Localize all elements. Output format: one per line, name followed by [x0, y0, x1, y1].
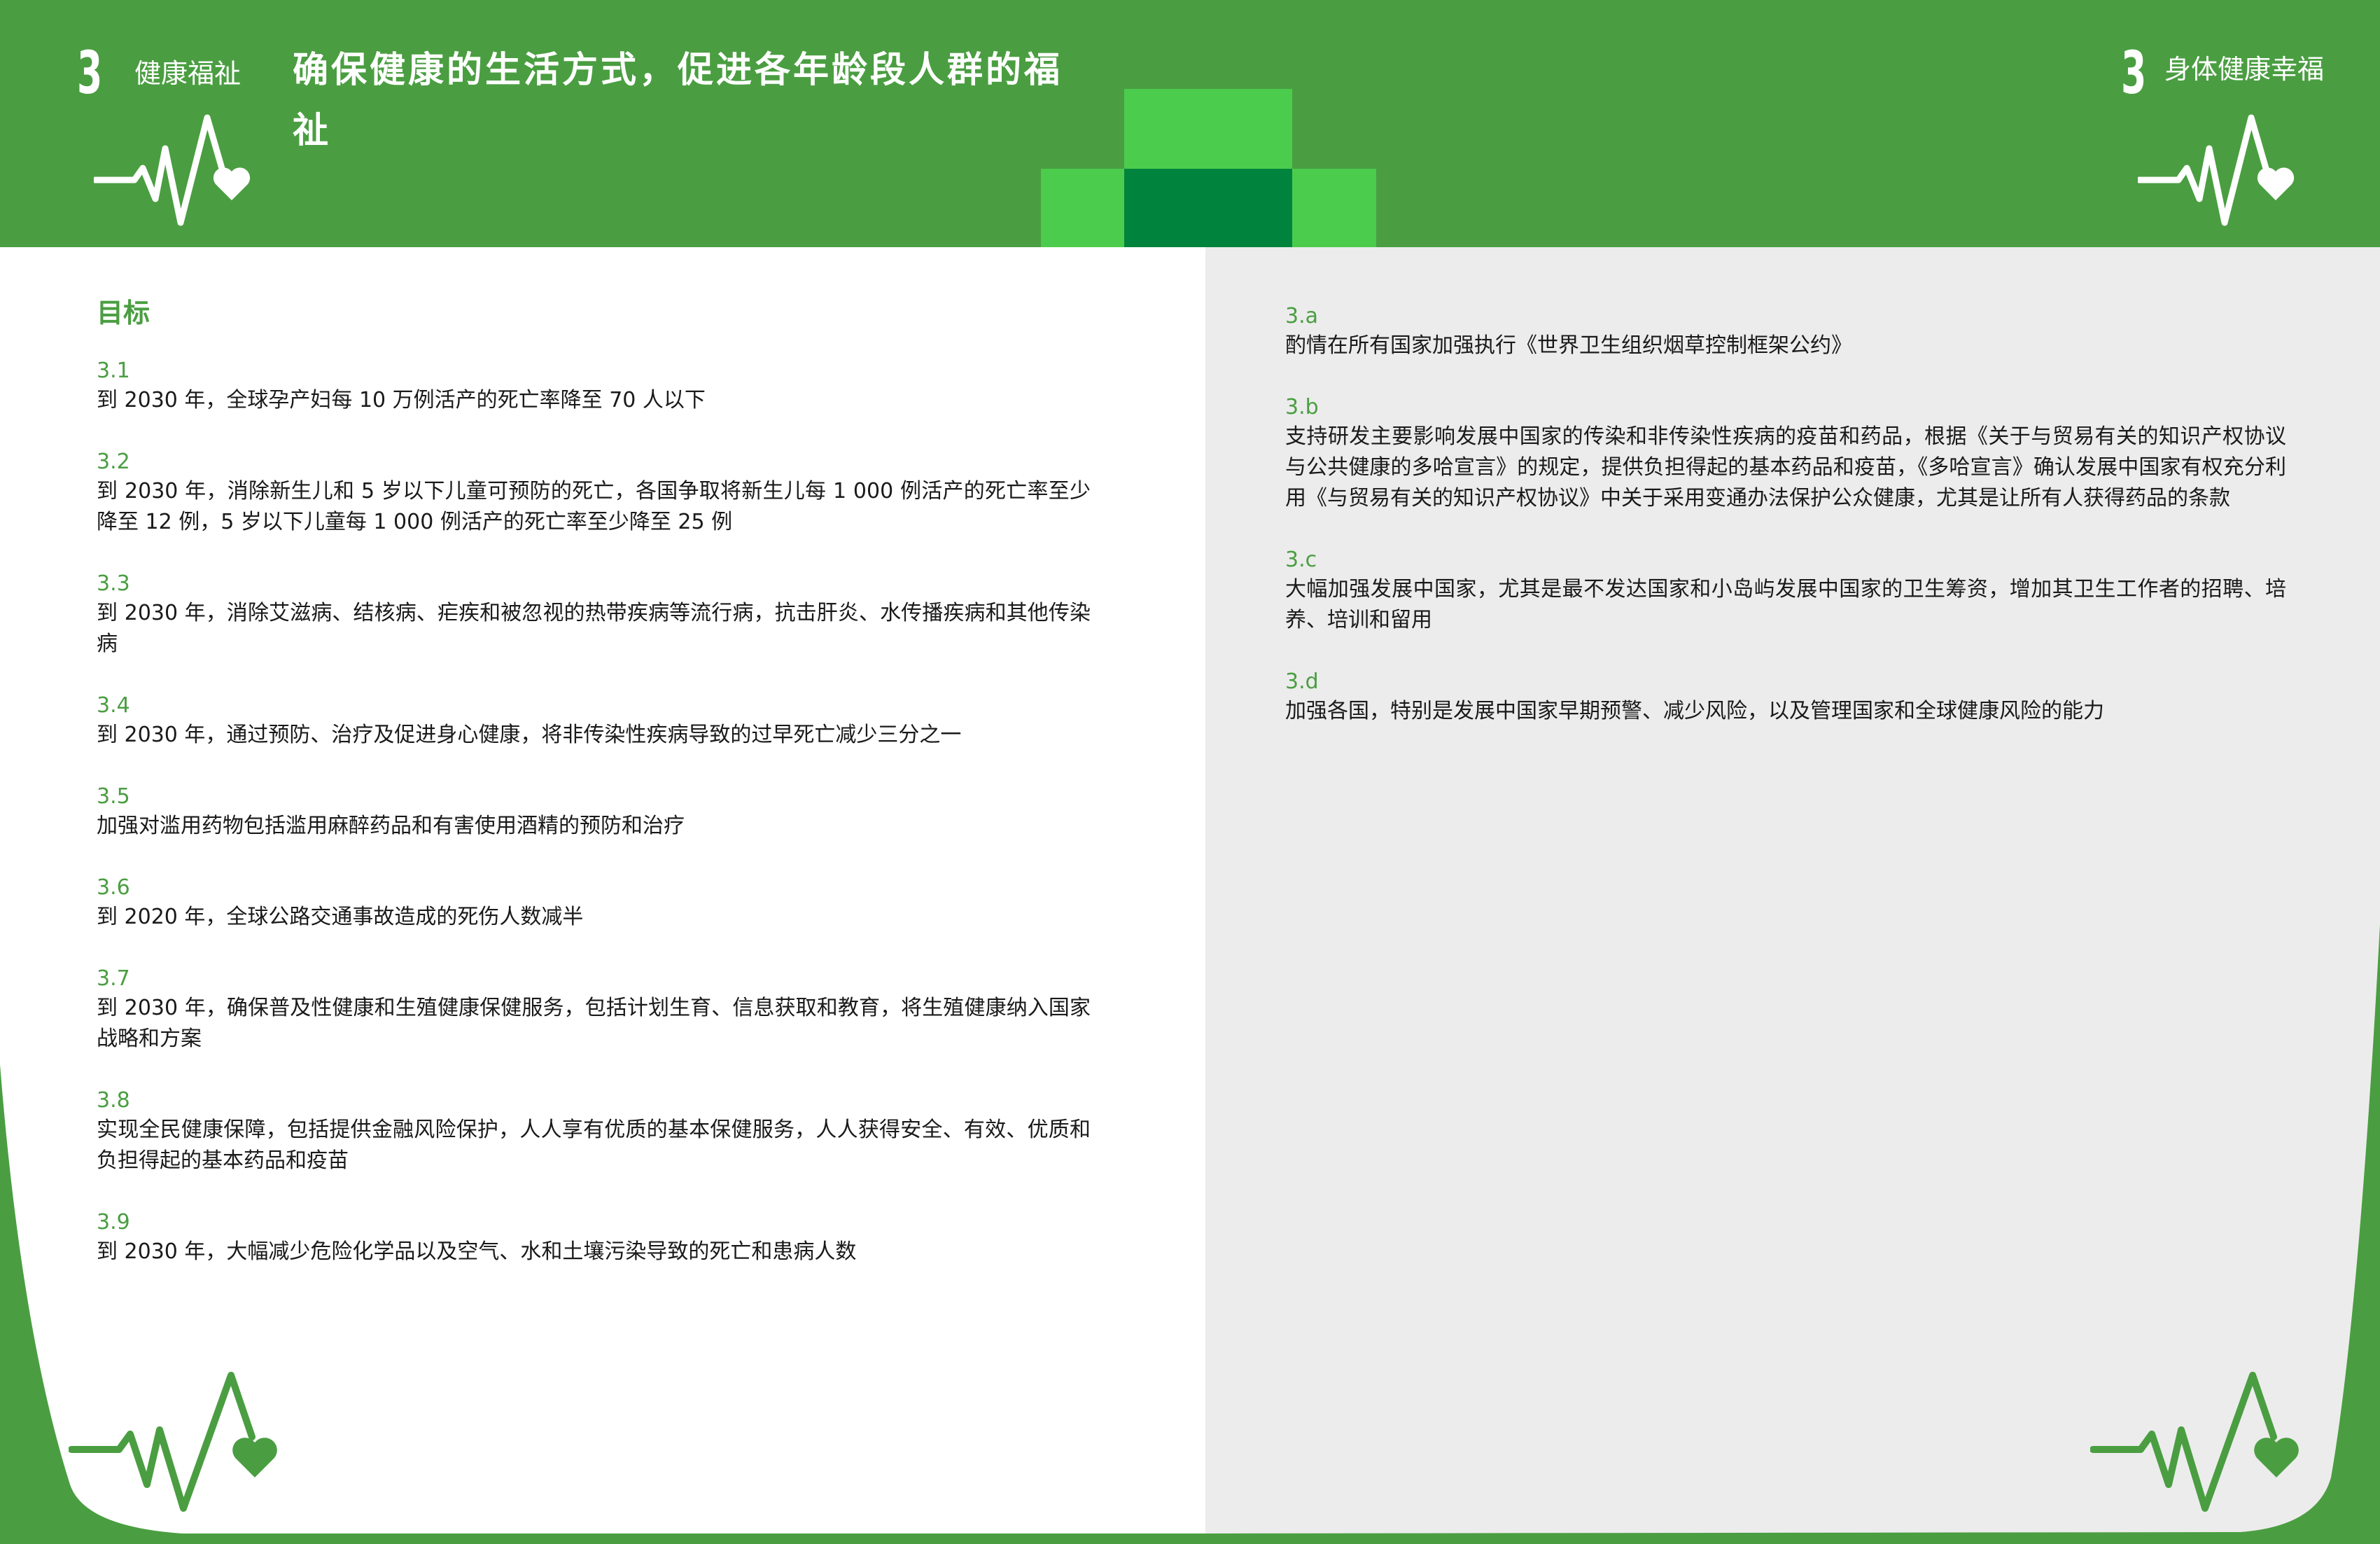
page-title: 确保健康的生活方式，促进各年龄段人群的福祉	[293, 50, 1063, 151]
target-item: 3.1 到 2030 年，全球孕产妇每 10 万例活产的死亡率降至 70 人以下	[97, 357, 1091, 416]
target-text: 加强对滥用药物包括滥用麻醉药品和有害使用酒精的预防和治疗	[97, 814, 685, 838]
decor-square	[1041, 169, 1124, 247]
target-text: 到 2030 年，大幅减少危险化学品以及空气、水和土壤污染导致的死亡和患病人数	[97, 1239, 857, 1264]
target-code: 3.b	[1285, 395, 1319, 419]
target-item: 3.8 实现全民健康保障，包括提供金融风险保护，人人享有优质的基本保健服务，人人…	[97, 1087, 1091, 1176]
target-code: 3.5	[97, 784, 130, 809]
target-code: 3.a	[1285, 304, 1319, 328]
target-code: 3.8	[97, 1088, 130, 1113]
target-code: 3.6	[97, 875, 130, 900]
target-text: 大幅加强发展中国家，尤其是最不发达国家和小岛屿发展中国家的卫生筹资，增加其卫生工…	[1285, 577, 2286, 632]
target-code: 3.4	[97, 693, 130, 718]
target-item: 3.6 到 2020 年，全球公路交通事故造成的死伤人数减半	[97, 874, 1091, 933]
target-item: 3.b 支持研发主要影响发展中国家的传染和非传染性疾病的疫苗和药品，根据《关于与…	[1285, 394, 2286, 514]
goal-label-right: 身体健康幸福	[2164, 54, 2325, 85]
target-code: 3.7	[97, 966, 130, 991]
target-item: 3.5 加强对滥用药物包括滥用麻醉药品和有害使用酒精的预防和治疗	[97, 783, 1091, 842]
target-text: 加强各国，特别是发展中国家早期预警、减少风险，以及管理国家和全球健康风险的能力	[1285, 699, 2104, 723]
decor-square	[1208, 89, 1292, 169]
target-text: 到 2030 年，通过预防、治疗及促进身心健康，将非传染性疾病导致的过早死亡减少…	[97, 723, 962, 747]
target-text: 实现全民健康保障，包括提供金融风险保护，人人享有优质的基本保健服务，人人获得安全…	[97, 1118, 1091, 1173]
decor-square	[1292, 169, 1376, 247]
heartbeat-heart-icon	[69, 1372, 277, 1512]
target-text: 支持研发主要影响发展中国家的传染和非传染性疾病的疫苗和药品，根据《关于与贸易有关…	[1285, 424, 2286, 510]
target-text: 到 2020 年，全球公路交通事故造成的死伤人数减半	[97, 905, 584, 929]
target-item: 3.3 到 2030 年，消除艾滋病、结核病、疟疾和被忽视的热带疾病等流行病，抗…	[97, 570, 1091, 660]
goal-number-left: 3	[77, 39, 103, 107]
target-code: 3.2	[97, 450, 130, 474]
target-text: 到 2030 年，确保普及性健康和生殖健康保健服务，包括计划生育、信息获取和教育…	[97, 996, 1091, 1051]
right-column: 3.a 酌情在所有国家加强执行《世界卫生组织烟草控制框架公约》 3.b 支持研发…	[1285, 302, 2286, 759]
decor-square	[1208, 169, 1292, 247]
target-item: 3.a 酌情在所有国家加强执行《世界卫生组织烟草控制框架公约》	[1285, 302, 2286, 361]
target-item: 3.4 到 2030 年，通过预防、治疗及促进身心健康，将非传染性疾病导致的过早…	[97, 692, 1091, 751]
heartbeat-heart-icon	[2090, 1372, 2299, 1512]
decor-square	[1124, 89, 1208, 169]
target-text: 到 2030 年，消除艾滋病、结核病、疟疾和被忽视的热带疾病等流行病，抗击肝炎、…	[97, 601, 1091, 656]
left-column: 目标 3.1 到 2030 年，全球孕产妇每 10 万例活产的死亡率降至 70 …	[97, 294, 1091, 1300]
section-heading: 目标	[97, 298, 150, 328]
target-item: 3.7 到 2030 年，确保普及性健康和生殖健康保健服务，包括计划生育、信息获…	[97, 965, 1091, 1055]
target-item: 3.d 加强各国，特别是发展中国家早期预警、减少风险，以及管理国家和全球健康风险…	[1285, 668, 2286, 727]
target-item: 3.2 到 2030 年，消除新生儿和 5 岁以下儿童可预防的死亡，各国争取将新…	[97, 448, 1091, 538]
target-text: 酌情在所有国家加强执行《世界卫生组织烟草控制框架公约》	[1285, 333, 1852, 358]
heartbeat-heart-icon	[2138, 114, 2295, 226]
goal-number-right: 3	[2121, 39, 2147, 107]
decor-square	[1124, 169, 1208, 247]
target-code: 3.9	[97, 1210, 130, 1234]
target-code: 3.c	[1285, 548, 1317, 572]
goal-label-left: 健康福祉	[134, 58, 241, 89]
target-item: 3.c 大幅加强发展中国家，尤其是最不发达国家和小岛屿发展中国家的卫生筹资，增加…	[1285, 546, 2286, 636]
target-item: 3.9 到 2030 年，大幅减少危险化学品以及空气、水和土壤污染导致的死亡和患…	[97, 1209, 1091, 1267]
target-text: 到 2030 年，消除新生儿和 5 岁以下儿童可预防的死亡，各国争取将新生儿每 …	[97, 479, 1091, 534]
target-code: 3.1	[97, 359, 130, 383]
target-code: 3.3	[97, 571, 130, 596]
target-code: 3.d	[1285, 669, 1319, 694]
header-band: 3 健康福祉 确保健康的生活方式，促进各年龄段人群的福祉 3 身体健康幸福	[0, 0, 2380, 247]
target-text: 到 2030 年，全球孕产妇每 10 万例活产的死亡率降至 70 人以下	[97, 388, 706, 412]
heartbeat-heart-icon	[94, 114, 251, 226]
